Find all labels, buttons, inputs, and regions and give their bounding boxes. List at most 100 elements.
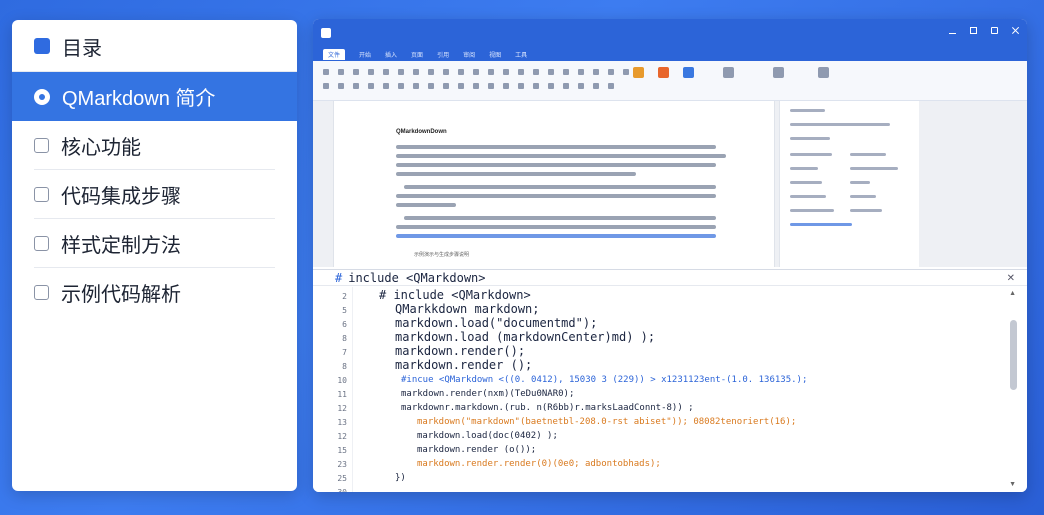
- toolbar-icon[interactable]: [338, 83, 344, 89]
- toolbar-icon[interactable]: [398, 83, 404, 89]
- toolbar-icon[interactable]: [563, 83, 569, 89]
- toolbar-icon[interactable]: [518, 83, 524, 89]
- menu-item-file[interactable]: 文件: [323, 48, 346, 60]
- line-number: 25: [337, 474, 347, 483]
- menu-item-tools[interactable]: 工具: [515, 50, 527, 59]
- ribbon-row-top: [323, 69, 644, 75]
- document-heading: QMarkdownDown: [396, 129, 447, 135]
- toc-item-label: QMarkdown 简介: [62, 88, 216, 110]
- toolbar-icon[interactable]: [503, 83, 509, 89]
- menu-item-insert[interactable]: 插入: [385, 50, 397, 59]
- toc-item-integration-steps[interactable]: 代码集成步骤: [12, 170, 297, 219]
- window-controls: [949, 27, 1019, 34]
- document-caption: 示例演示与生成步骤说明: [414, 252, 470, 258]
- toolbar-icon[interactable]: [458, 69, 464, 75]
- toc-item-qmarkdown-intro[interactable]: QMarkdown 简介: [12, 72, 297, 121]
- code-line: markdown.render ();: [395, 358, 533, 372]
- toolbar-icon[interactable]: [323, 83, 329, 89]
- menu-item-review[interactable]: 审阅: [463, 50, 475, 59]
- maximize-icon[interactable]: [991, 27, 998, 34]
- code-line: markdown.render.render(0)(0e0; adbontobh…: [417, 459, 661, 469]
- toolbar-icon[interactable]: [368, 83, 374, 89]
- toolbar-icon[interactable]: [458, 83, 464, 89]
- app-icon: [321, 28, 331, 38]
- toolbar-button[interactable]: [723, 67, 734, 81]
- style-gallery-button[interactable]: [633, 67, 644, 81]
- line-number: 8: [342, 334, 347, 343]
- line-number: 30: [313, 488, 347, 492]
- vertical-scrollbar[interactable]: [1010, 320, 1017, 390]
- checkbox-icon: [34, 138, 49, 153]
- grid-icon: [34, 187, 49, 202]
- toolbar-icon[interactable]: [428, 69, 434, 75]
- toolbar-icon[interactable]: [383, 69, 389, 75]
- toolbar-icon[interactable]: [623, 69, 629, 75]
- toolbar-icon[interactable]: [353, 83, 359, 89]
- toolbar-icon[interactable]: [503, 69, 509, 75]
- toolbar-icon[interactable]: [383, 83, 389, 89]
- toolbar-button[interactable]: [818, 67, 829, 81]
- toolbar-icon[interactable]: [608, 83, 614, 89]
- close-icon[interactable]: ✕: [1007, 273, 1015, 284]
- menu-bar: 文件 开始 插入 页面 引用 审阅 视图 工具: [313, 47, 1027, 61]
- toolbar-icon[interactable]: [593, 83, 599, 89]
- toolbar-icon[interactable]: [443, 69, 449, 75]
- toolbar-icon[interactable]: [533, 69, 539, 75]
- checkbox-icon: [34, 236, 49, 251]
- toc-item-core-features[interactable]: 核心功能: [12, 121, 297, 170]
- toolbar-icon[interactable]: [353, 69, 359, 75]
- toolbar-icon[interactable]: [323, 69, 329, 75]
- toolbar-icon[interactable]: [413, 69, 419, 75]
- code-line: markdown.load("documentmd");: [395, 316, 598, 330]
- toolbar-icon[interactable]: [608, 69, 614, 75]
- toolbar-icon[interactable]: [548, 83, 554, 89]
- toolbar-icon[interactable]: [488, 83, 494, 89]
- toolbar-icon[interactable]: [368, 69, 374, 75]
- style-gallery-button[interactable]: [683, 67, 694, 81]
- toolbar-icon[interactable]: [593, 69, 599, 75]
- book-icon: [34, 38, 50, 54]
- menu-item-view[interactable]: 视图: [489, 50, 501, 59]
- toolbar-icon[interactable]: [578, 83, 584, 89]
- toc-item-code-example[interactable]: 示例代码解析: [12, 268, 297, 317]
- toc-item-label: 核心功能: [61, 137, 141, 159]
- toolbar-button[interactable]: [773, 67, 784, 81]
- toolbar-icon[interactable]: [533, 83, 539, 89]
- toolbar-icon[interactable]: [548, 69, 554, 75]
- toolbar-icon[interactable]: [398, 69, 404, 75]
- toc-header: 目录: [12, 20, 297, 72]
- code-line: markdown.render(nxm)(TeDu0NAR0);: [401, 389, 575, 399]
- toolbar-icon[interactable]: [563, 69, 569, 75]
- restore-icon[interactable]: [970, 27, 977, 34]
- toolbar-icon[interactable]: [338, 69, 344, 75]
- style-gallery-button[interactable]: [658, 67, 669, 81]
- menu-item-page[interactable]: 页面: [411, 50, 423, 59]
- hash-icon: #: [335, 270, 343, 285]
- line-number: 7: [342, 348, 347, 357]
- toolbar-icon[interactable]: [413, 83, 419, 89]
- scroll-up-icon[interactable]: ▲: [1009, 290, 1016, 297]
- toolbar-icon[interactable]: [443, 83, 449, 89]
- line-number: 15: [337, 446, 347, 455]
- code-editor[interactable]: # include <QMarkdown> ✕ 2 5 6 8 7 8 10 1…: [313, 269, 1027, 492]
- code-line: #incue <QMarkdown <((0. 0412), 15030 3 (…: [401, 375, 808, 385]
- toolbar-icon[interactable]: [473, 69, 479, 75]
- toolbar-icon[interactable]: [578, 69, 584, 75]
- menu-item-home[interactable]: 开始: [359, 50, 371, 59]
- menu-item-reference[interactable]: 引用: [437, 50, 449, 59]
- toc-item-style-customization[interactable]: 样式定制方法: [12, 219, 297, 268]
- minimize-icon[interactable]: [949, 27, 956, 34]
- checkbox-icon: [34, 285, 49, 300]
- ribbon-toolbar: [313, 61, 1027, 101]
- app-window: 文件 开始 插入 页面 引用 审阅 视图 工具 QMarkdownDown 示例…: [313, 19, 1027, 492]
- close-icon[interactable]: [1012, 27, 1019, 34]
- toc-header-label: 目录: [62, 37, 102, 60]
- toolbar-icon[interactable]: [518, 69, 524, 75]
- document-page[interactable]: QMarkdownDown 示例演示与生成步骤说明: [333, 101, 775, 267]
- toolbar-icon[interactable]: [488, 69, 494, 75]
- toolbar-icon[interactable]: [428, 83, 434, 89]
- line-number: 6: [342, 320, 347, 329]
- scroll-down-icon[interactable]: ▼: [1009, 481, 1016, 488]
- toolbar-icon[interactable]: [473, 83, 479, 89]
- code-line: markdown.load (markdownCenter)md) );: [395, 330, 656, 344]
